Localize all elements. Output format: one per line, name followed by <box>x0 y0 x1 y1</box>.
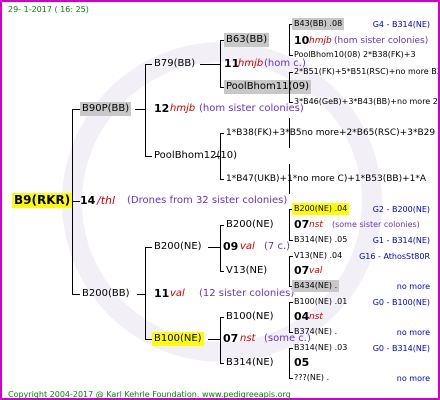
queen-b9-rkr[interactable]: B9(RKR) <box>12 193 73 208</box>
pool-bhom11[interactable]: PoolBhom11(09) <box>224 80 311 94</box>
connector <box>72 109 73 295</box>
gen4-reference[interactable]: G2 - B200(NE) <box>373 204 430 216</box>
connector <box>289 118 290 148</box>
gen4-ancestor[interactable]: B314(NE) .05 <box>292 234 349 246</box>
gen4-reference[interactable]: G16 - AthosSt80R <box>359 251 430 263</box>
pool-formula-a[interactable]: 1*B38(FK)+3*B5no more+2*B65(RSC)+3*B29 <box>224 126 437 140</box>
connector <box>215 156 220 157</box>
gen3a-note: (hom sister colonies) <box>334 36 429 46</box>
gen4-reference[interactable]: no more <box>397 327 430 339</box>
drone-b63-bb[interactable]: B63(BB) <box>224 33 270 47</box>
drone-b100-ne-g3[interactable]: B100(NE) <box>224 310 276 324</box>
gen4-ancestor[interactable]: B200(NE) .04 <box>292 203 350 215</box>
connector <box>72 201 80 202</box>
connector <box>145 339 152 340</box>
gen1-top-num: 12 <box>154 102 170 115</box>
connector <box>72 109 80 110</box>
gen2c-sym: val <box>240 241 255 252</box>
header-date: 29- 1-2017 ( 16: 25) <box>8 5 89 14</box>
gen4-ancestor[interactable]: B100(NE) .01 <box>292 296 349 308</box>
pool-formula-b[interactable]: 1*B47(UKB)+1*no more C)+1*B53(BB)+1*A <box>224 172 428 186</box>
gen4-ancestor[interactable]: PoolBhom10(08) 2*B38(FK)+3 <box>292 49 418 61</box>
connector <box>289 24 290 55</box>
gen3g-sym: nst <box>309 312 323 322</box>
connector <box>220 225 221 271</box>
connector <box>289 209 290 240</box>
connector <box>289 164 290 194</box>
gen4-ancestor[interactable]: B434(NE) . <box>292 280 340 292</box>
connector <box>289 302 290 332</box>
gen2c-num: 09 <box>223 240 239 253</box>
connector <box>208 339 220 340</box>
gen0-note: (Drones from 32 sister colonies) <box>127 195 288 206</box>
gen4-reference[interactable]: no more <box>397 281 430 293</box>
gen3f-sym: val <box>309 266 323 276</box>
gen4-ancestor[interactable]: V13(NE) .04 <box>292 250 344 262</box>
connector <box>145 156 152 157</box>
gen4-reference[interactable]: no more <box>397 373 430 385</box>
connector <box>145 64 146 156</box>
drone-b79-bb[interactable]: B79(BB) <box>152 57 197 71</box>
connector <box>220 40 221 87</box>
gen2c-note: (7 c.) <box>264 241 291 252</box>
gen4-ancestor[interactable]: 3*B46(GeB)+3*B43(BB)+no more 2*B25(A <box>292 96 438 108</box>
drone-v13-ne[interactable]: V13(NE) <box>224 264 269 278</box>
connector <box>200 64 220 65</box>
gen2a-sym: hmjb <box>238 58 264 69</box>
gen4-ancestor[interactable]: ???(NE) . <box>292 372 331 384</box>
pedigree-frame: 29- 1-2017 ( 16: 25) B9(RKR) 14 /thl (Dr… <box>0 0 440 400</box>
gen4-ancestor[interactable]: B43(BB) .08 <box>292 18 345 30</box>
connector <box>145 247 152 248</box>
gen1-bottom-sym: val <box>170 288 185 299</box>
gen3a-num: 10 <box>294 34 310 47</box>
connector <box>145 247 146 339</box>
connector <box>208 247 220 248</box>
drone-b90p-bb[interactable]: B90P(BB) <box>80 102 132 116</box>
pool-bhom12[interactable]: PoolBhom12(10) <box>152 149 239 163</box>
drone-b200-ne-g3[interactable]: B200(NE) <box>224 218 276 232</box>
drone-b100-ne-g2[interactable]: B100(NE) <box>152 332 204 346</box>
gen3e-num: 07 <box>294 218 310 231</box>
gen0-sym: /thl <box>97 194 116 207</box>
gen1-top-sym: hmjb <box>170 103 196 114</box>
gen2d-num: 07 <box>223 332 239 345</box>
gen3f-num: 07 <box>294 264 310 277</box>
connector <box>145 64 152 65</box>
connector <box>220 317 221 363</box>
connector <box>289 256 290 286</box>
drone-b314-ne-g3[interactable]: B314(NE) <box>224 356 276 370</box>
gen3a-sym: hmjb <box>309 36 332 46</box>
connector <box>137 294 145 295</box>
gen4-ancestor[interactable]: 2*B51(FK)+5*B51(RSC)+no more B36( <box>292 66 438 78</box>
gen1-top-note: (hom sister colonies) <box>199 103 304 114</box>
gen2d-sym: nst <box>240 333 256 344</box>
connector <box>72 294 80 295</box>
drone-b200-ne-g2[interactable]: B200(NE) <box>152 240 204 254</box>
gen4-reference[interactable]: G0 - B314(NE) <box>373 343 430 355</box>
gen3h-num: 05 <box>294 356 310 369</box>
gen4-ancestor[interactable]: B374(NE) . <box>292 326 339 338</box>
gen4-reference[interactable]: G1 - B314(NE) <box>373 235 430 247</box>
gen1-bottom-num: 11 <box>154 287 170 300</box>
gen4-reference[interactable]: G0 - B100(NE) <box>373 297 430 309</box>
gen3e-note: (some sister colonies) <box>332 220 420 229</box>
gen3e-sym: nst <box>309 220 323 230</box>
connector <box>220 133 221 180</box>
drone-b200-bb[interactable]: B200(BB) <box>80 287 131 301</box>
gen3g-num: 04 <box>294 310 310 323</box>
gen1-bottom-note: (12 sister colonies) <box>199 288 295 299</box>
copyright-footer: Copyright 2004-2017 @ Karl Kehrle Founda… <box>8 390 291 399</box>
connector <box>289 348 290 378</box>
gen4-ancestor[interactable]: B314(NE) .03 <box>292 342 349 354</box>
gen0-num: 14 <box>80 194 96 207</box>
gen4-reference[interactable]: G4 - B314(NE) <box>373 19 430 31</box>
connector <box>289 72 290 102</box>
connector <box>135 109 145 110</box>
